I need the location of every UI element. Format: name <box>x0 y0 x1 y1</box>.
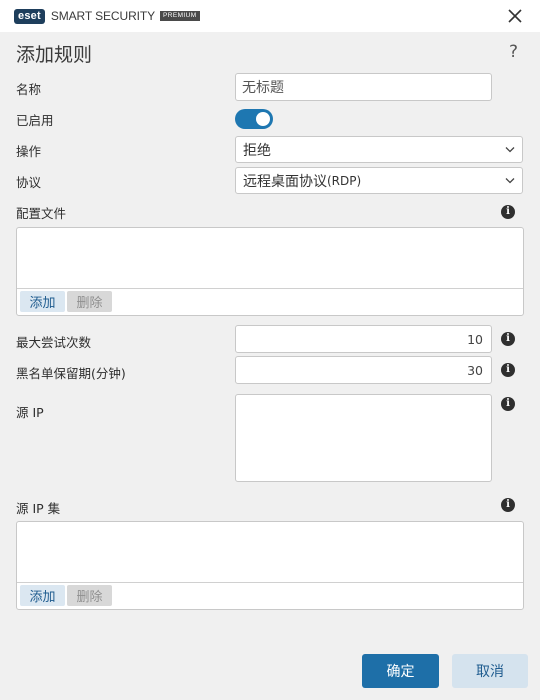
chevron-down-icon <box>505 178 515 184</box>
info-icon[interactable]: i <box>501 205 515 219</box>
profiles-add-button[interactable]: 添加 <box>20 291 65 312</box>
source-ip-set-list-area[interactable] <box>17 522 523 583</box>
source-ip-set-add-button[interactable]: 添加 <box>20 585 65 606</box>
cancel-button[interactable]: 取消 <box>452 654 528 688</box>
eset-logo: eset SMART SECURITY PREMIUM <box>14 8 200 24</box>
name-input-value: 无标题 <box>242 80 284 96</box>
help-icon[interactable]: ? <box>509 42 518 62</box>
name-label: 名称 <box>16 82 42 97</box>
toggle-knob <box>256 112 270 126</box>
info-icon[interactable]: i <box>501 332 515 346</box>
profiles-list-area[interactable] <box>17 228 523 289</box>
profiles-label: 配置文件 <box>16 206 67 221</box>
max-attempts-value: 10 <box>467 331 483 347</box>
close-icon[interactable] <box>506 7 524 25</box>
enabled-label: 已启用 <box>16 113 54 128</box>
action-select[interactable]: 拒绝 <box>235 136 523 163</box>
action-select-value: 拒绝 <box>243 142 271 159</box>
source-ip-set-delete-button: 删除 <box>67 585 112 606</box>
product-name: SMART SECURITY <box>50 9 156 23</box>
protocol-select[interactable]: 远程桌面协议 (RDP) <box>235 167 523 194</box>
dialog-title: 添加规则 <box>16 44 93 66</box>
protocol-select-suffix: (RDP) <box>327 173 362 188</box>
source-ip-label: 源 IP <box>16 405 44 420</box>
chevron-down-icon <box>505 147 515 153</box>
action-label: 操作 <box>16 144 42 159</box>
enabled-toggle[interactable] <box>235 109 273 129</box>
blacklist-value: 30 <box>467 362 483 378</box>
max-attempts-label: 最大尝试次数 <box>16 335 92 350</box>
profiles-delete-button: 删除 <box>67 291 112 312</box>
eset-logo-mark: eset <box>14 8 45 24</box>
protocol-label: 协议 <box>16 175 42 190</box>
source-ip-set-label: 源 IP 集 <box>16 501 61 516</box>
name-input[interactable]: 无标题 <box>235 73 492 101</box>
title-bar: eset SMART SECURITY PREMIUM <box>0 0 540 32</box>
blacklist-label: 黑名单保留期(分钟) <box>16 366 126 381</box>
blacklist-input[interactable]: 30 <box>235 356 492 384</box>
source-ip-textarea[interactable] <box>235 394 492 482</box>
source-ip-set-list: 添加 删除 <box>16 521 524 610</box>
max-attempts-input[interactable]: 10 <box>235 325 492 353</box>
info-icon[interactable]: i <box>501 397 515 411</box>
edition-badge: PREMIUM <box>160 11 200 21</box>
protocol-select-value: 远程桌面协议 <box>243 173 327 190</box>
ok-button[interactable]: 确定 <box>362 654 439 688</box>
profiles-list: 添加 删除 <box>16 227 524 316</box>
info-icon[interactable]: i <box>501 363 515 377</box>
info-icon[interactable]: i <box>501 498 515 512</box>
